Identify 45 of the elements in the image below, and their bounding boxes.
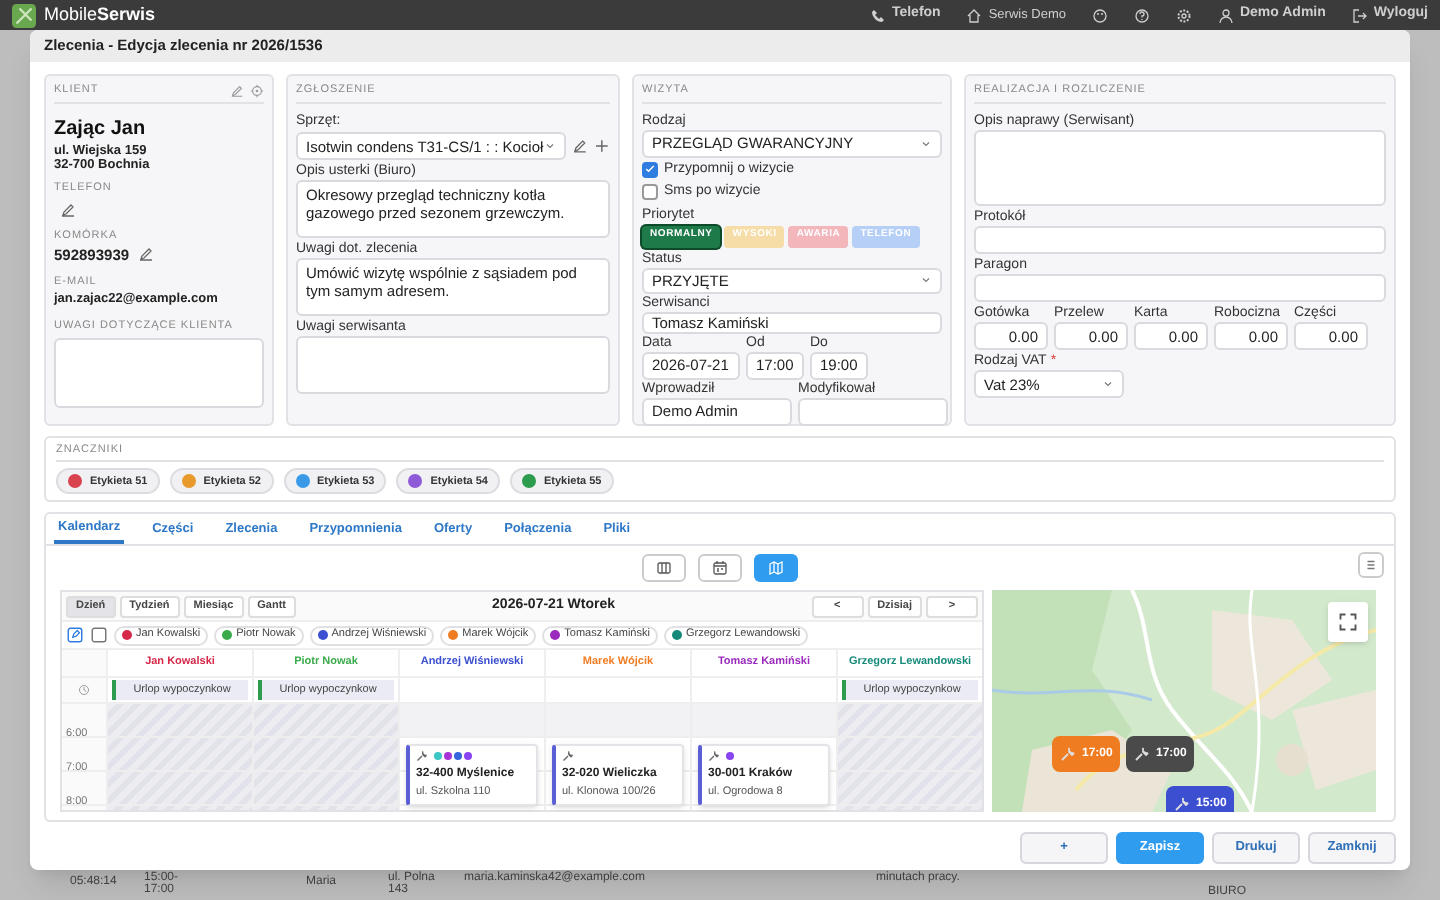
wrench-icon <box>562 750 574 762</box>
menu-icon <box>1364 558 1378 572</box>
wrench-icon <box>1060 746 1076 762</box>
chevron-down-icon <box>1102 378 1114 391</box>
map-view-button[interactable] <box>754 554 798 582</box>
checkbox[interactable] <box>642 161 658 178</box>
checkbox-icon <box>90 626 108 644</box>
fullscreen-button[interactable] <box>1328 602 1368 642</box>
help-icon <box>1133 7 1150 23</box>
edit-phone-button[interactable] <box>60 199 80 219</box>
wrench-icon <box>1134 746 1150 762</box>
menu-button[interactable] <box>1358 552 1384 578</box>
input-field[interactable] <box>974 226 1386 255</box>
settings-icon <box>1175 7 1192 23</box>
clock-icon <box>78 684 90 696</box>
pencil-icon <box>137 246 154 263</box>
calendar-view-button[interactable] <box>698 554 742 582</box>
phone-icon <box>869 7 886 23</box>
input-field[interactable] <box>974 274 1386 303</box>
check-icon <box>644 162 656 177</box>
chevron-down-icon <box>920 274 932 287</box>
fullscreen-icon <box>1338 612 1358 632</box>
logout-icon <box>1351 7 1368 23</box>
calendar-icon <box>712 560 728 576</box>
map-icon <box>768 560 784 576</box>
home-icon <box>966 7 983 23</box>
pencil-icon <box>60 201 76 217</box>
select-all-icon <box>66 626 84 644</box>
pencil-icon <box>572 138 589 155</box>
user-icon <box>1217 7 1234 23</box>
app-logo-text: MobileSerwis <box>44 1 156 28</box>
wrench-icon <box>1174 796 1190 812</box>
chevron-down-icon <box>544 140 557 153</box>
input-field[interactable] <box>798 397 948 426</box>
columns-icon <box>656 560 672 576</box>
locate-icon <box>250 83 264 98</box>
logo-icon <box>12 3 36 27</box>
plus-icon <box>594 138 610 155</box>
wrench-icon <box>416 750 428 762</box>
client-name: Zając Jan <box>54 116 148 144</box>
checkbox[interactable] <box>642 184 658 201</box>
columns-view-button[interactable] <box>642 554 686 582</box>
wrench-icon <box>708 750 720 762</box>
edit-icon <box>230 83 244 98</box>
chevron-down-icon <box>920 137 932 150</box>
